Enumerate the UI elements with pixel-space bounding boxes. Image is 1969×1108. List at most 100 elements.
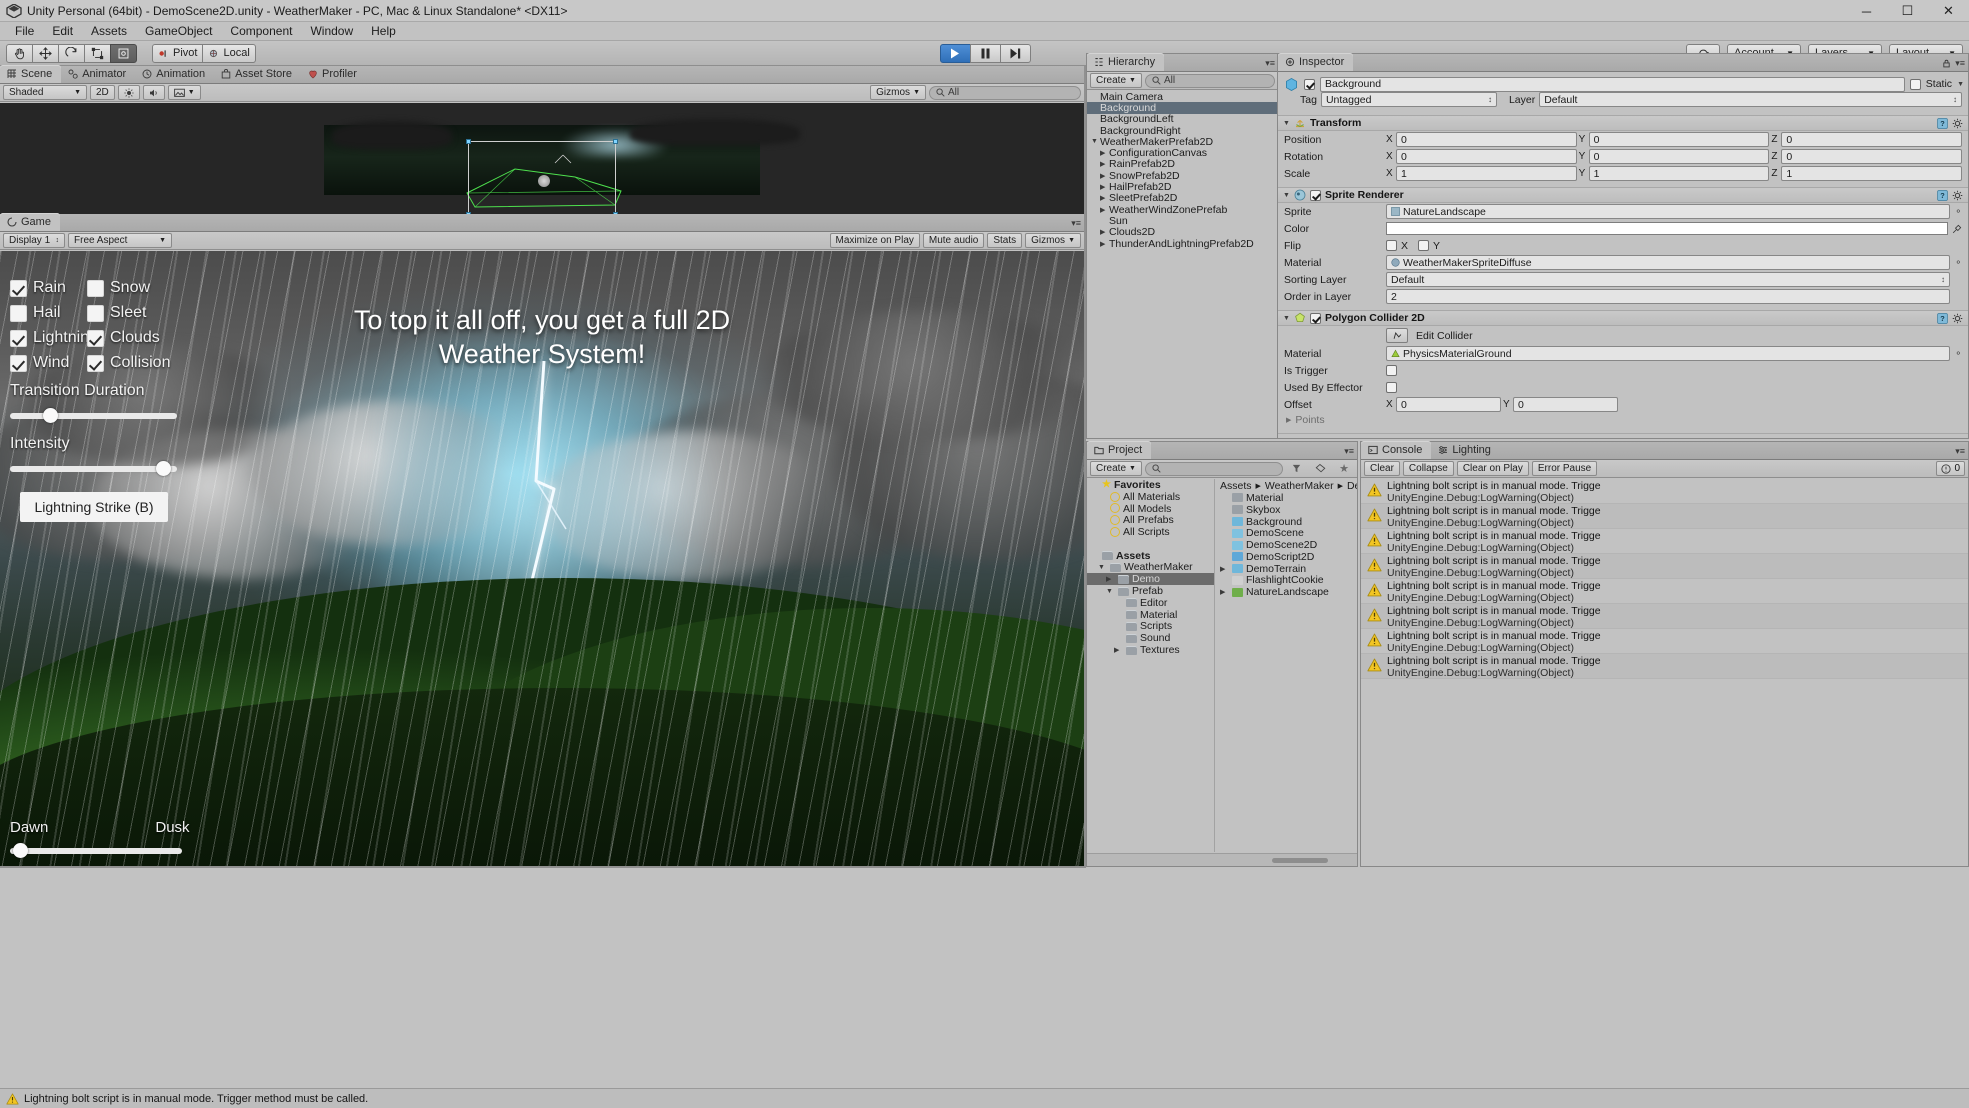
checkbox-hail[interactable]: Hail bbox=[10, 304, 87, 322]
scene-shading-dropdown[interactable]: Shaded ▼ bbox=[3, 85, 87, 100]
component-header-actions[interactable]: ? bbox=[1937, 117, 1963, 129]
hierarchy-item[interactable]: Background bbox=[1087, 102, 1278, 114]
rect-tool-button[interactable] bbox=[110, 43, 137, 63]
menu-assets[interactable]: Assets bbox=[82, 22, 136, 40]
console-tab-options[interactable]: ▾≡ bbox=[1955, 446, 1965, 457]
project-filter-label-button[interactable] bbox=[1310, 461, 1331, 476]
menu-component[interactable]: Component bbox=[221, 22, 301, 40]
expand-arrow-icon[interactable]: ▶ bbox=[1100, 228, 1109, 236]
scene-audio-toggle[interactable] bbox=[142, 85, 165, 100]
expand-arrow-icon[interactable]: ▶ bbox=[1100, 183, 1109, 191]
expand-arrow-icon[interactable]: ▶ bbox=[1220, 565, 1229, 573]
object-enabled-checkbox[interactable] bbox=[1304, 78, 1315, 90]
expand-arrow-icon[interactable]: ▶ bbox=[1114, 646, 1123, 654]
collapse-arrow-icon[interactable]: ▼ bbox=[1106, 588, 1115, 595]
breadcrumb-item[interactable]: Assets bbox=[1220, 480, 1252, 492]
console-message-row[interactable]: Lightning bolt script is in manual mode.… bbox=[1361, 629, 1968, 654]
project-filter-type-button[interactable] bbox=[1286, 461, 1307, 476]
project-file-list[interactable]: Material Skybox Background DemoScene DemoSce… bbox=[1215, 492, 1357, 598]
inspector-tab-options[interactable]: ▾≡ bbox=[1942, 58, 1965, 69]
hierarchy-item[interactable]: BackgroundLeft bbox=[1087, 113, 1278, 125]
console-clear-on-play-button[interactable]: Clear on Play bbox=[1456, 461, 1529, 476]
scale-z-field[interactable]: 1 bbox=[1781, 166, 1963, 181]
hierarchy-item[interactable]: ▶ ThunderAndLightningPrefab2D bbox=[1087, 238, 1278, 250]
project-tree-item[interactable]: All Materials bbox=[1087, 491, 1214, 503]
slider-knob[interactable] bbox=[13, 843, 29, 858]
menu-gameobject[interactable]: GameObject bbox=[136, 22, 221, 40]
menu-file[interactable]: File bbox=[6, 22, 43, 40]
gear-icon[interactable] bbox=[1952, 313, 1963, 324]
rain-checkbox-icon[interactable] bbox=[10, 279, 27, 297]
menu-help[interactable]: Help bbox=[362, 22, 405, 40]
project-tree-item[interactable]: All Scripts bbox=[1087, 526, 1214, 538]
expand-arrow-icon[interactable]: ▶ bbox=[1100, 172, 1109, 180]
project-tree-item[interactable]: Material bbox=[1087, 609, 1214, 621]
tab-scene[interactable]: Scene bbox=[0, 65, 62, 83]
hierarchy-search-input[interactable]: All bbox=[1144, 73, 1275, 88]
breadcrumb[interactable]: Assets▶WeatherMaker▶Demo bbox=[1215, 479, 1357, 492]
project-file-item[interactable]: Material bbox=[1215, 492, 1357, 504]
game-gizmos-dropdown[interactable]: Gizmos ▼ bbox=[1025, 233, 1081, 248]
splitter-vertical-main[interactable] bbox=[1084, 66, 1086, 868]
lock-icon[interactable] bbox=[1942, 59, 1951, 68]
hail-checkbox-icon[interactable] bbox=[10, 304, 27, 322]
component-header-actions[interactable]: ? bbox=[1937, 189, 1963, 201]
close-button[interactable]: ✕ bbox=[1928, 0, 1969, 22]
hierarchy-item[interactable]: Main Camera bbox=[1087, 91, 1278, 103]
project-create-dropdown[interactable]: Create ▼ bbox=[1090, 461, 1142, 476]
local-toggle-button[interactable]: Local bbox=[202, 43, 256, 63]
hierarchy-create-dropdown[interactable]: Create ▼ bbox=[1090, 73, 1142, 88]
project-search-input[interactable] bbox=[1144, 461, 1284, 476]
static-checkbox[interactable] bbox=[1909, 78, 1921, 90]
help-icon[interactable]: ? bbox=[1937, 117, 1948, 129]
game-viewport[interactable]: To top it all off, you get a full 2D Wea… bbox=[0, 251, 1084, 868]
expand-arrow-icon[interactable]: ▶ bbox=[1100, 206, 1109, 214]
pivot-toggle-button[interactable]: Pivot bbox=[152, 43, 204, 63]
polygon-collider-enabled-checkbox[interactable] bbox=[1309, 312, 1321, 324]
maximize-button[interactable]: ☐ bbox=[1887, 0, 1928, 22]
layer-dropdown[interactable]: Default bbox=[1539, 92, 1962, 107]
console-message-row[interactable]: Lightning bolt script is in manual mode.… bbox=[1361, 604, 1968, 629]
sorting-layer-dropdown[interactable]: Default bbox=[1386, 272, 1950, 287]
project-tree-item[interactable]: ▼ Prefab bbox=[1087, 585, 1214, 597]
sr-material-field[interactable]: WeatherMakerSpriteDiffuse bbox=[1386, 255, 1951, 270]
offset-x-field[interactable]: 0 bbox=[1396, 397, 1501, 412]
project-favorite-button[interactable]: ★ bbox=[1334, 461, 1354, 476]
help-icon[interactable]: ? bbox=[1937, 312, 1948, 324]
project-tree-item[interactable]: Assets bbox=[1087, 550, 1214, 562]
maximize-on-play-button[interactable]: Maximize on Play bbox=[829, 233, 920, 248]
console-message-row[interactable]: Lightning bolt script is in manual mode.… bbox=[1361, 504, 1968, 529]
game-display-dropdown[interactable]: Display 1 ↕ bbox=[3, 233, 65, 248]
rotation-y-field[interactable]: 0 bbox=[1588, 149, 1770, 164]
console-clear-button[interactable]: Clear bbox=[1364, 461, 1400, 476]
console-message-row[interactable]: Lightning bolt script is in manual mode.… bbox=[1361, 479, 1968, 504]
project-tree-item[interactable]: Scripts bbox=[1087, 620, 1214, 632]
slider-knob[interactable] bbox=[43, 408, 59, 423]
gear-icon[interactable] bbox=[1952, 118, 1963, 129]
checkbox-clouds[interactable]: Clouds bbox=[87, 329, 164, 347]
scene-lighting-toggle[interactable] bbox=[117, 85, 140, 100]
hierarchy-item[interactable]: ▶ SnowPrefab2D bbox=[1087, 170, 1278, 182]
console-error-counter[interactable]: 0 bbox=[1936, 461, 1965, 476]
color-swatch-field[interactable] bbox=[1386, 222, 1948, 235]
project-file-item[interactable]: ▶ NatureLandscape bbox=[1215, 586, 1357, 598]
splitter-horizontal-game[interactable] bbox=[0, 866, 1084, 868]
project-tree-item[interactable]: ▶ Demo bbox=[1087, 573, 1214, 585]
project-tab-options[interactable]: ▾≡ bbox=[1344, 446, 1354, 457]
scale-tool-button[interactable] bbox=[84, 43, 111, 63]
expand-arrow-icon[interactable]: ▶ bbox=[1100, 194, 1109, 202]
scene-viewport[interactable]: ▼ bbox=[0, 103, 1084, 214]
snow-checkbox-icon[interactable] bbox=[87, 279, 104, 297]
lightning-checkbox-icon[interactable] bbox=[10, 329, 27, 347]
scene-gizmos-dropdown[interactable]: Gizmos ▼ bbox=[870, 85, 926, 100]
lightning-strike-button[interactable]: Lightning Strike (B) bbox=[20, 492, 168, 522]
help-icon[interactable]: ? bbox=[1937, 189, 1948, 201]
scene-selection-rect[interactable] bbox=[466, 139, 618, 214]
position-z-field[interactable]: 0 bbox=[1781, 132, 1963, 147]
collapse-arrow-icon[interactable]: ▼ bbox=[1283, 192, 1290, 199]
offset-y-field[interactable]: 0 bbox=[1513, 397, 1618, 412]
expand-arrow-icon[interactable]: ▶ bbox=[1220, 588, 1229, 596]
project-file-item[interactable]: DemoScene bbox=[1215, 527, 1357, 539]
tab-hierarchy[interactable]: Hierarchy bbox=[1087, 53, 1165, 71]
console-message-row[interactable]: Lightning bolt script is in manual mode.… bbox=[1361, 579, 1968, 604]
